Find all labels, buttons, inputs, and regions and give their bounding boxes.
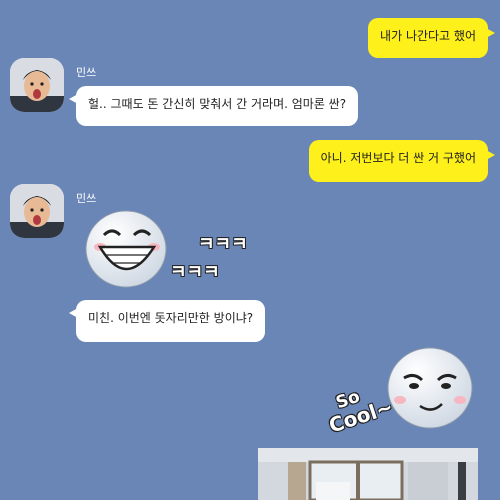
- message-bubble-received[interactable]: 미친. 이번엔 돗자리만한 방이냐?: [68, 300, 266, 342]
- avatar-photo: [10, 184, 64, 238]
- cool-face-sticker[interactable]: [384, 344, 476, 432]
- avatar[interactable]: [10, 58, 64, 112]
- laugh-text-sticker: ㅋㅋㅋ: [198, 234, 248, 255]
- laugh-text-sticker: ㅋㅋㅋ: [170, 262, 220, 283]
- sender-name: 민쓰: [76, 192, 97, 205]
- message-bubble-received[interactable]: 헐.. 그때도 돈 간신히 맞춰서 간 거라며. 엄마론 싼?: [68, 86, 359, 126]
- laughing-face-icon: [85, 210, 167, 288]
- smug-face-icon: [387, 347, 473, 429]
- avatar[interactable]: [10, 184, 64, 238]
- room-photo: [258, 448, 478, 500]
- laughing-face-sticker[interactable]: [82, 205, 172, 291]
- avatar-photo: [10, 58, 64, 112]
- message-bubble-sent[interactable]: 내가 나간다고 했어: [368, 18, 495, 58]
- sender-name: 민쓰: [76, 66, 97, 79]
- message-bubble-sent[interactable]: 아니. 저번보다 더 싼 거 구했어: [308, 140, 496, 182]
- photo-attachment[interactable]: [258, 448, 478, 500]
